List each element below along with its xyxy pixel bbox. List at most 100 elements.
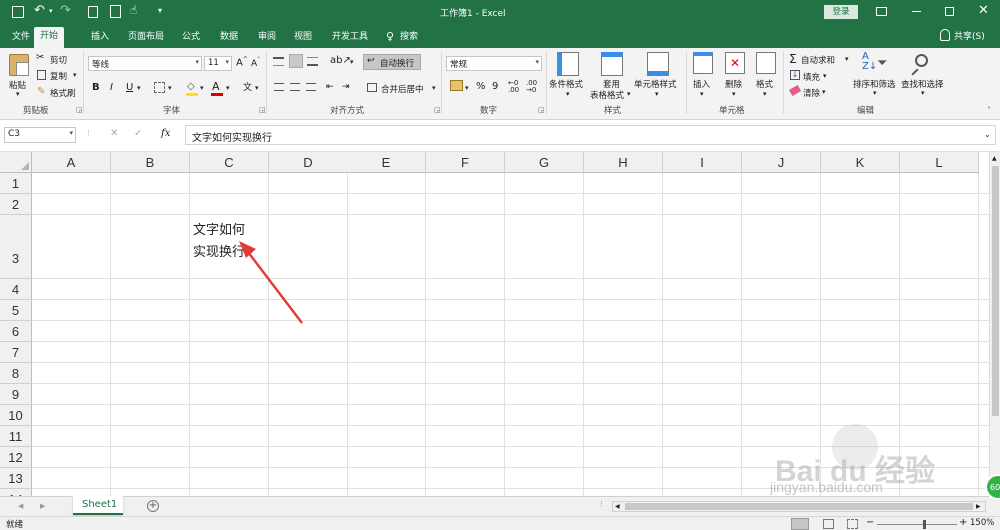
delete-dropdown-icon[interactable]: ▾ (732, 90, 736, 98)
row-header-14[interactable]: 14 (0, 489, 32, 496)
format-cells-icon[interactable] (756, 52, 776, 74)
zoom-level[interactable]: 150% (970, 518, 994, 528)
font-size-combobox[interactable]: 11 ▾ (204, 56, 232, 71)
fill-color-icon[interactable]: ◇ (187, 81, 195, 92)
formula-input[interactable]: 文字如何实现换行 ⌄ (185, 125, 996, 145)
column-header-h[interactable]: H (584, 152, 663, 173)
borders-dropdown-icon[interactable]: ▾ (168, 84, 172, 92)
merge-center-button[interactable]: 合并后居中 (381, 83, 424, 95)
undo-icon[interactable]: ↶ (34, 3, 45, 18)
align-right-icon[interactable] (306, 83, 316, 91)
copy-icon[interactable] (37, 70, 46, 80)
row-header-11[interactable]: 11 (0, 426, 32, 447)
horizontal-scrollbar[interactable]: ◀ ▶ (612, 501, 986, 512)
autosum-dropdown-icon[interactable]: ▾ (845, 55, 849, 63)
next-sheet-icon[interactable]: ▶ (40, 502, 45, 510)
clear-button[interactable]: 清除 (803, 87, 820, 99)
fill-button[interactable]: 填充 (803, 71, 820, 83)
decrease-font-icon[interactable]: Aˇ (251, 57, 260, 69)
dialog-launcher-icon[interactable]: ◲ (434, 106, 441, 114)
scissors-icon[interactable]: ✂ (36, 52, 44, 63)
column-header-c[interactable]: C (190, 152, 269, 173)
sheet-scroll-grip[interactable]: ⁝ (600, 500, 603, 510)
font-color-dropdown-icon[interactable]: ▾ (226, 84, 230, 92)
dialog-launcher-icon[interactable]: ◲ (538, 106, 545, 114)
tab-home[interactable]: 开始 (34, 27, 65, 48)
format-as-table-icon[interactable] (601, 52, 623, 76)
borders-icon[interactable] (154, 82, 165, 93)
collapse-ribbon-icon[interactable]: ˄ (987, 106, 991, 115)
close-icon[interactable]: ✕ (978, 3, 989, 18)
increase-indent-icon[interactable]: ⇥ (342, 82, 350, 92)
zoom-out-button[interactable]: − (866, 517, 874, 528)
row-header-13[interactable]: 13 (0, 468, 32, 489)
undo-dropdown-icon[interactable]: ▾ (49, 7, 53, 15)
zoom-in-button[interactable]: + (959, 517, 967, 528)
cell-styles-icon[interactable] (647, 52, 669, 76)
scroll-left-icon[interactable]: ◀ (615, 503, 620, 510)
restore-icon[interactable] (945, 7, 954, 16)
zoom-slider[interactable] (877, 524, 957, 525)
tab-formulas[interactable]: 公式 (176, 28, 206, 46)
fill-dropdown-icon[interactable]: ▾ (823, 72, 827, 80)
column-header-j[interactable]: J (742, 152, 821, 173)
sort-dropdown-icon[interactable]: ▾ (873, 89, 877, 97)
vertical-scrollbar[interactable]: ▲ ▼ (989, 152, 1000, 496)
format-painter-button[interactable]: 格式刷 (50, 87, 76, 99)
save-icon[interactable] (12, 6, 24, 18)
comma-button[interactable]: 9 (492, 81, 498, 92)
table-dropdown-icon[interactable]: ▾ (627, 90, 631, 98)
cell-styles-dropdown-icon[interactable]: ▾ (655, 90, 659, 98)
eraser-icon[interactable] (788, 84, 802, 97)
underline-dropdown-icon[interactable]: ▾ (137, 84, 141, 92)
delete-cells-icon[interactable]: ✕ (725, 52, 745, 74)
dialog-launcher-icon[interactable]: ◲ (76, 106, 83, 114)
active-cell-c3[interactable] (189, 368, 269, 369)
column-header-a[interactable]: A (32, 152, 111, 173)
format-painter-icon[interactable]: ✎ (37, 86, 45, 97)
worksheet-grid[interactable]: ABCDEFGHIJKL 1234567891011121314 文字如何 实现… (0, 152, 989, 496)
confirm-entry-icon[interactable]: ✓ (134, 128, 142, 139)
vertical-scroll-thumb[interactable] (992, 166, 999, 416)
tab-developer[interactable]: 开发工具 (326, 28, 374, 46)
row-header-3[interactable]: 3 (0, 215, 32, 279)
currency-dropdown-icon[interactable]: ▾ (465, 84, 469, 92)
decrease-decimal-icon[interactable]: .00 →0 (526, 80, 537, 94)
format-dropdown-icon[interactable]: ▾ (763, 90, 767, 98)
scroll-right-icon[interactable]: ▶ (976, 503, 981, 510)
conditional-dropdown-icon[interactable]: ▾ (566, 90, 570, 98)
tab-page-layout[interactable]: 页面布局 (122, 28, 170, 46)
insert-dropdown-icon[interactable]: ▾ (700, 90, 704, 98)
share-button[interactable]: 共享(S) (948, 28, 991, 46)
find-dropdown-icon[interactable]: ▾ (921, 89, 925, 97)
column-header-f[interactable]: F (426, 152, 505, 173)
column-header-k[interactable]: K (821, 152, 900, 173)
clear-dropdown-icon[interactable]: ▾ (822, 88, 826, 96)
name-box[interactable]: C3 ▾ (4, 127, 76, 143)
orientation-dropdown-icon[interactable]: ▾ (350, 58, 354, 66)
login-button[interactable]: 登录 (824, 5, 858, 19)
font-name-combobox[interactable]: 等线 ▾ (88, 56, 202, 71)
percent-button[interactable]: % (476, 81, 486, 92)
insert-cells-icon[interactable] (693, 52, 713, 74)
page-layout-view-icon[interactable] (823, 519, 834, 529)
find-magnifier-icon[interactable] (915, 54, 928, 67)
redo-icon[interactable]: ↷ (60, 3, 71, 18)
row-header-6[interactable]: 6 (0, 321, 32, 342)
phonetic-dropdown-icon[interactable]: ▾ (255, 84, 259, 92)
cancel-entry-icon[interactable]: ✕ (110, 128, 118, 139)
font-color-button[interactable]: A (212, 80, 220, 93)
column-header-d[interactable]: D (269, 152, 348, 173)
align-top-icon[interactable] (273, 57, 284, 66)
expand-formula-icon[interactable]: ⌄ (984, 130, 991, 139)
italic-button[interactable]: I (110, 82, 113, 93)
align-bottom-icon[interactable] (307, 57, 318, 66)
tab-file[interactable]: 文件 (6, 28, 36, 46)
cell-styles-button[interactable]: 单元格样式 (634, 78, 677, 90)
row-header-9[interactable]: 9 (0, 384, 32, 405)
touch-mode-icon[interactable]: ☝ (130, 3, 137, 17)
increase-font-icon[interactable]: A^ (236, 56, 248, 68)
underline-button[interactable]: U (126, 82, 133, 93)
fill-down-icon[interactable]: ↓ (790, 70, 800, 80)
column-header-b[interactable]: B (111, 152, 190, 173)
